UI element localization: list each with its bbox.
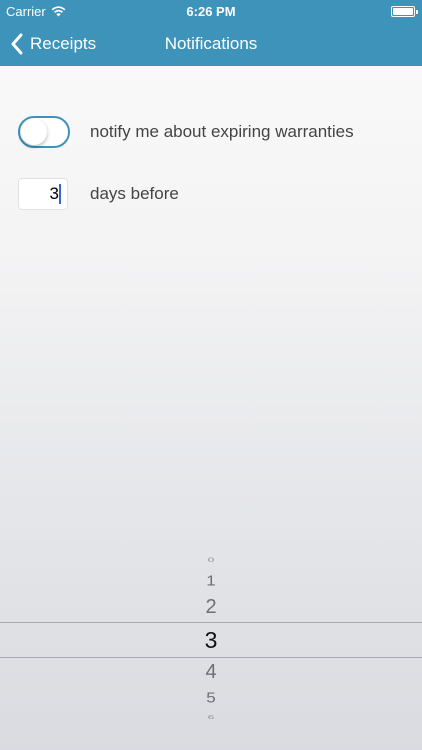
picker-item-selected[interactable]: 3 [0, 627, 422, 654]
text-caret [59, 184, 61, 204]
notify-toggle[interactable] [18, 116, 70, 148]
status-time: 6:26 PM [186, 4, 236, 19]
notify-row: notify me about expiring warranties [18, 116, 354, 148]
days-label: days before [90, 184, 179, 203]
picker-item[interactable]: 0 [0, 556, 422, 564]
picker-item[interactable]: 1 [0, 573, 422, 590]
picker-item[interactable]: 6 [0, 714, 422, 720]
picker-selection-bottom-line [0, 657, 422, 658]
toggle-knob [21, 119, 47, 145]
days-row: 3 days before [18, 178, 179, 210]
picker-item[interactable]: 4 [0, 661, 422, 684]
notify-label: notify me about expiring warranties [90, 122, 354, 141]
number-picker[interactable]: 0 1 2 3 4 5 6 [0, 545, 422, 735]
days-value: 3 [49, 184, 59, 203]
picker-selection-top-line [0, 622, 422, 623]
header: Carrier 6:26 PM Receipts Notifications [0, 0, 422, 66]
picker-item[interactable]: 2 [0, 596, 422, 619]
nav-bar: Receipts Notifications [0, 22, 422, 66]
days-input[interactable]: 3 [18, 178, 68, 210]
battery-icon [391, 6, 418, 17]
page-title: Notifications [164, 34, 258, 53]
status-bar: Carrier 6:26 PM [0, 0, 422, 22]
picker-item[interactable]: 5 [0, 690, 422, 707]
